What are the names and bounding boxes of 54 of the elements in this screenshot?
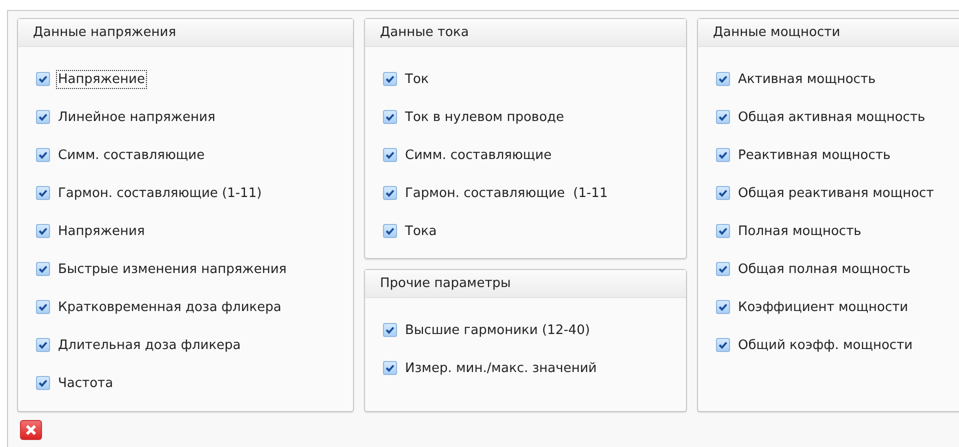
checkbox[interactable] xyxy=(36,110,50,124)
checkbox-label[interactable]: Гармон. составляющие (1-11) xyxy=(56,184,264,202)
checkbox-label[interactable]: Ток xyxy=(403,70,431,88)
close-button[interactable] xyxy=(20,420,42,440)
checkbox-label[interactable]: Полная мощность xyxy=(736,222,864,240)
checkbox[interactable] xyxy=(36,186,50,200)
checkbox-label[interactable]: Измер. мин./макс. значений xyxy=(403,358,599,378)
checkbox-label[interactable]: Коэффициент мощности xyxy=(736,298,910,316)
checkbox[interactable] xyxy=(36,338,50,352)
checkbox[interactable] xyxy=(383,323,397,337)
checkbox[interactable] xyxy=(383,361,397,375)
checkbox[interactable] xyxy=(716,338,730,352)
checkbox[interactable] xyxy=(36,224,50,238)
checkbox[interactable] xyxy=(383,224,397,238)
checkbox[interactable] xyxy=(716,224,730,238)
checkbox[interactable] xyxy=(36,262,50,276)
checkbox-label[interactable]: Кратковременная доза фликера xyxy=(56,298,284,316)
checkbox[interactable] xyxy=(716,110,730,124)
checkbox-label[interactable]: Общая полная мощность xyxy=(736,260,912,278)
checkbox-label[interactable]: Частота xyxy=(56,374,116,392)
checkbox-label[interactable]: Длительная доза фликера xyxy=(56,336,243,354)
checkbox-label[interactable]: Активная мощность xyxy=(736,70,878,88)
checkbox-label[interactable]: Тока xyxy=(403,222,439,240)
checkbox[interactable] xyxy=(716,186,730,200)
checkbox-label[interactable]: Линейное напряжения xyxy=(56,108,218,126)
checkbox-label[interactable]: Симм. составляющие xyxy=(403,146,554,164)
checkbox-label[interactable]: Общая активная мощность xyxy=(736,108,928,126)
checkbox[interactable] xyxy=(36,72,50,86)
checkbox[interactable] xyxy=(36,300,50,314)
checkbox-label[interactable]: Ток в нулевом проводе xyxy=(403,108,566,126)
checkbox[interactable] xyxy=(383,186,397,200)
checkbox-label[interactable]: Общий коэфф. мощности xyxy=(736,336,915,354)
close-icon xyxy=(25,424,37,436)
checkbox[interactable] xyxy=(383,110,397,124)
checkbox[interactable] xyxy=(36,376,50,390)
checkbox-label[interactable]: Гармон. составляющие (1-11 xyxy=(403,184,610,202)
group-title: Прочие параметры xyxy=(365,270,686,298)
checkbox-label[interactable]: Напряжения xyxy=(56,222,147,240)
checkbox[interactable] xyxy=(36,148,50,162)
checkbox-label[interactable]: Напряжение xyxy=(56,70,147,88)
group-title: Данные напряжения xyxy=(18,19,353,47)
checkbox[interactable] xyxy=(383,148,397,162)
checkbox[interactable] xyxy=(716,148,730,162)
checkbox[interactable] xyxy=(716,72,730,86)
checkbox[interactable] xyxy=(383,72,397,86)
checkbox-label[interactable]: Быстрые изменения напряжения xyxy=(56,260,289,278)
checkbox[interactable] xyxy=(716,262,730,276)
checkbox-label[interactable]: Высшие гармоники (12-40) xyxy=(403,320,592,340)
checkbox-label[interactable]: Реактивная мощность xyxy=(736,146,893,164)
checkbox[interactable] xyxy=(716,300,730,314)
group-title: Данные мощности xyxy=(698,19,959,47)
checkbox-label[interactable]: Общая реактиваня мощност xyxy=(736,184,936,202)
group-title: Данные тока xyxy=(365,19,686,47)
checkbox-label[interactable]: Симм. составляющие xyxy=(56,146,207,164)
